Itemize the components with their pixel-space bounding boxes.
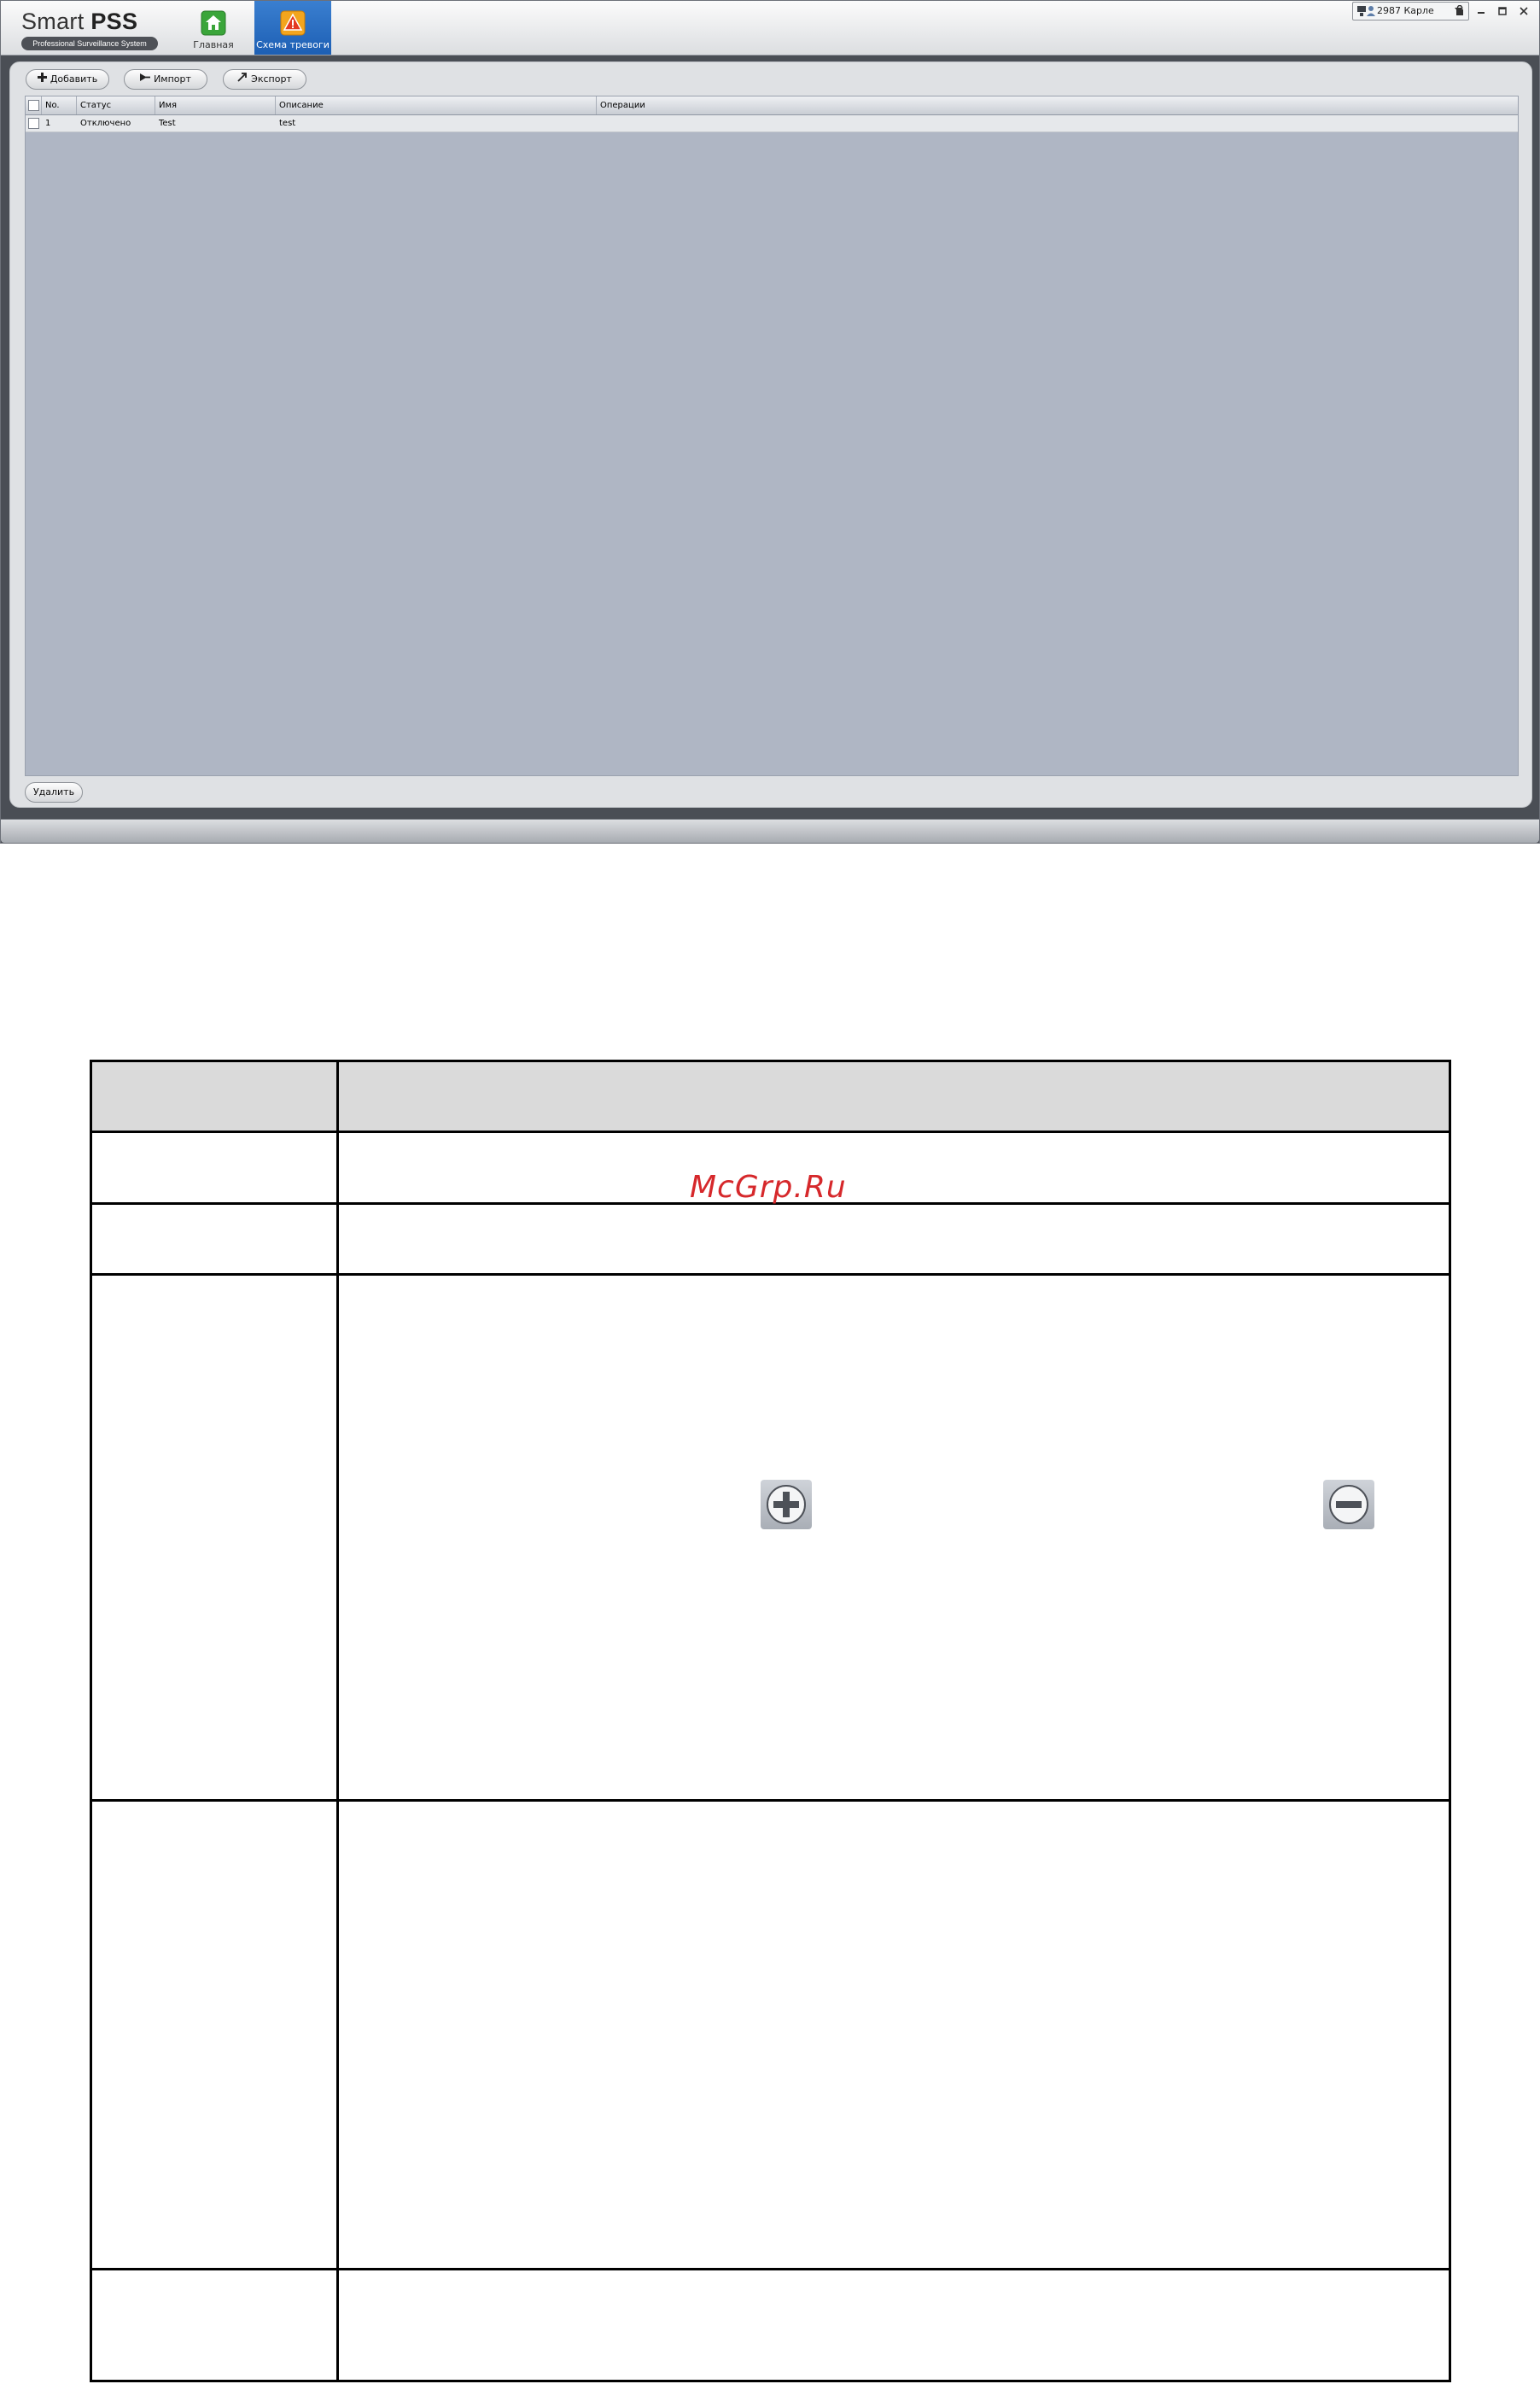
export-icon <box>237 70 248 89</box>
table-border-line <box>336 1060 339 2382</box>
table-border-line <box>90 1060 1451 1062</box>
close-icon[interactable] <box>1515 3 1532 22</box>
table-border-line <box>1449 1060 1451 2382</box>
export-button[interactable]: Экспорт <box>223 69 306 90</box>
table-header: No. Статус Имя Описание Операции <box>26 96 1518 115</box>
tab-alarm-scheme[interactable]: Схема тревоги <box>254 1 331 55</box>
row-select-cell <box>26 115 42 131</box>
content-panel: Добавить Импорт Экспорт No. Статус Имя О… <box>9 61 1532 808</box>
tab-home[interactable]: Главная <box>175 1 252 55</box>
table-border-line <box>90 1799 1451 1802</box>
alarm-scheme-table: No. Статус Имя Описание Операции 1 Отклю… <box>25 96 1519 776</box>
add-circle-icon <box>761 1480 812 1529</box>
app-window: Smart PSS Professional Surveillance Syst… <box>0 0 1540 844</box>
add-button[interactable]: Добавить <box>26 69 109 90</box>
column-header-name[interactable]: Имя <box>155 96 276 114</box>
column-header-operations[interactable]: Операции <box>597 96 1518 114</box>
brand-name-bold: PSS <box>90 9 138 34</box>
lock-icon[interactable] <box>1451 3 1468 22</box>
title-bar: Smart PSS Professional Surveillance Syst… <box>1 1 1539 56</box>
window-bottom-bar <box>1 819 1539 843</box>
row-no: 1 <box>45 119 51 128</box>
add-button-label: Добавить <box>50 73 98 85</box>
plus-icon <box>37 70 47 89</box>
watermark: McGrp.Ru <box>690 1170 847 1205</box>
tab-home-label: Главная <box>193 39 234 50</box>
parameter-table <box>90 1060 1451 2382</box>
user-name: 2987 Карле <box>1377 5 1434 16</box>
import-button[interactable]: Импорт <box>124 69 207 90</box>
user-icon <box>1367 5 1375 23</box>
network-icon <box>1356 5 1367 23</box>
column-header-no[interactable]: No. <box>42 96 77 114</box>
alarm-scheme-icon <box>280 10 306 36</box>
minimize-icon[interactable] <box>1473 3 1490 22</box>
select-all-checkbox[interactable] <box>28 100 39 111</box>
column-header-status[interactable]: Статус <box>77 96 155 114</box>
remove-circle-icon <box>1323 1480 1374 1529</box>
delete-button[interactable]: Удалить <box>25 782 83 803</box>
row-operations <box>597 115 1518 131</box>
tab-alarm-scheme-label: Схема тревоги <box>256 39 330 50</box>
brand-name-light: Smart <box>21 9 85 34</box>
table-border-line <box>90 1273 1451 1276</box>
row-name: Test <box>159 119 176 128</box>
brand-tagline: Professional Surveillance System <box>21 37 158 50</box>
import-icon <box>139 70 151 89</box>
table-border-line <box>90 2380 1451 2382</box>
row-checkbox[interactable] <box>28 118 39 129</box>
header-select-cell <box>26 96 42 114</box>
row-description: test <box>279 119 296 128</box>
table-border-line <box>90 1131 1451 1133</box>
home-icon <box>201 10 226 36</box>
window-controls <box>1451 3 1532 21</box>
column-header-description[interactable]: Описание <box>276 96 597 114</box>
table-row[interactable]: 1 Отключено Test test <box>26 115 1518 132</box>
import-button-label: Импорт <box>154 73 191 85</box>
row-status: Отключено <box>80 119 131 128</box>
export-button-label: Экспорт <box>251 73 292 85</box>
brand-logo: Smart PSS Professional Surveillance Syst… <box>21 8 166 50</box>
table-border-line <box>90 1060 92 2382</box>
maximize-icon[interactable] <box>1494 3 1511 22</box>
table-border-line <box>90 2268 1451 2270</box>
table-header-row <box>92 1062 1449 1131</box>
